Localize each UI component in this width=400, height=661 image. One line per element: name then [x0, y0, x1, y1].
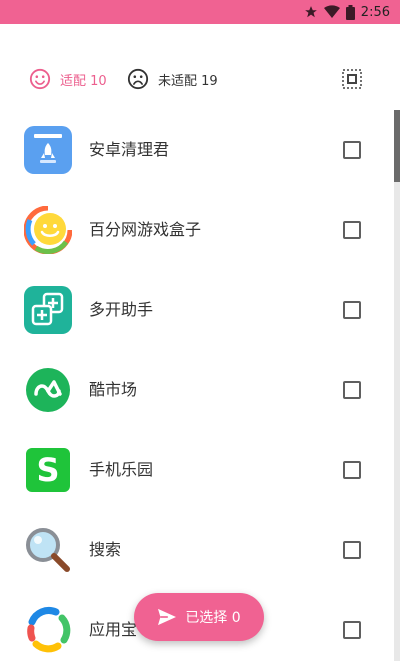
app-store-icon — [27, 607, 71, 653]
app-name: 多开助手 — [89, 300, 154, 319]
app-checkbox[interactable] — [343, 141, 361, 159]
send-icon — [158, 608, 177, 626]
multi-open-icon — [24, 286, 72, 334]
status-icons: 2:56 — [304, 0, 390, 24]
coolapk-icon — [26, 368, 70, 412]
scrollbar-thumb[interactable] — [394, 110, 400, 182]
selected-count-button[interactable]: 已选择 0 — [134, 593, 264, 641]
app-name: 百分网游戏盒子 — [89, 220, 202, 239]
app-checkbox[interactable] — [343, 621, 361, 639]
svg-text:S: S — [36, 451, 59, 489]
smiley-game-box-icon — [24, 206, 72, 254]
list-item[interactable]: S 手机乐园 — [0, 430, 390, 510]
tab-unadapted-label: 未适配 19 — [158, 73, 218, 89]
app-name: 搜索 — [89, 540, 122, 559]
app-checkbox[interactable] — [343, 461, 361, 479]
app-name: 应用宝 — [89, 620, 138, 639]
app-name: 酷市场 — [89, 380, 138, 399]
status-bar: 2:56 — [0, 0, 400, 24]
selected-count-label: 已选择 0 — [185, 610, 241, 626]
filter-tabs: 适配 10 未适配 19 — [0, 60, 400, 98]
app-name: 安卓清理君 — [89, 140, 170, 159]
battery-icon — [345, 4, 355, 20]
tab-adapted-label: 适配 10 — [60, 73, 107, 89]
app-checkbox[interactable] — [343, 221, 361, 239]
app-name: 手机乐园 — [89, 460, 154, 479]
star-icon — [304, 6, 317, 18]
magnifier-icon — [26, 528, 70, 572]
app-checkbox[interactable] — [343, 301, 361, 319]
app-checkbox[interactable] — [343, 541, 361, 559]
list-item[interactable]: 安卓清理君 — [0, 110, 390, 190]
frown-icon — [127, 68, 149, 90]
list-item[interactable]: 搜索 — [0, 510, 390, 590]
s-icon: S — [26, 448, 70, 492]
select-all-icon[interactable] — [342, 69, 362, 89]
list-item[interactable]: 多开助手 — [0, 270, 390, 350]
app-checkbox[interactable] — [343, 381, 361, 399]
smile-icon — [29, 68, 51, 90]
status-time: 2:56 — [360, 4, 390, 20]
tab-adapted[interactable]: 适配 10 — [29, 60, 107, 98]
list-item[interactable]: 百分网游戏盒子 — [0, 190, 390, 270]
tab-unadapted[interactable]: 未适配 19 — [127, 60, 218, 98]
rocket-cleaner-icon — [24, 126, 72, 174]
scrollbar-track[interactable] — [394, 110, 400, 661]
wifi-icon — [323, 5, 340, 18]
list-item[interactable]: 酷市场 — [0, 350, 390, 430]
